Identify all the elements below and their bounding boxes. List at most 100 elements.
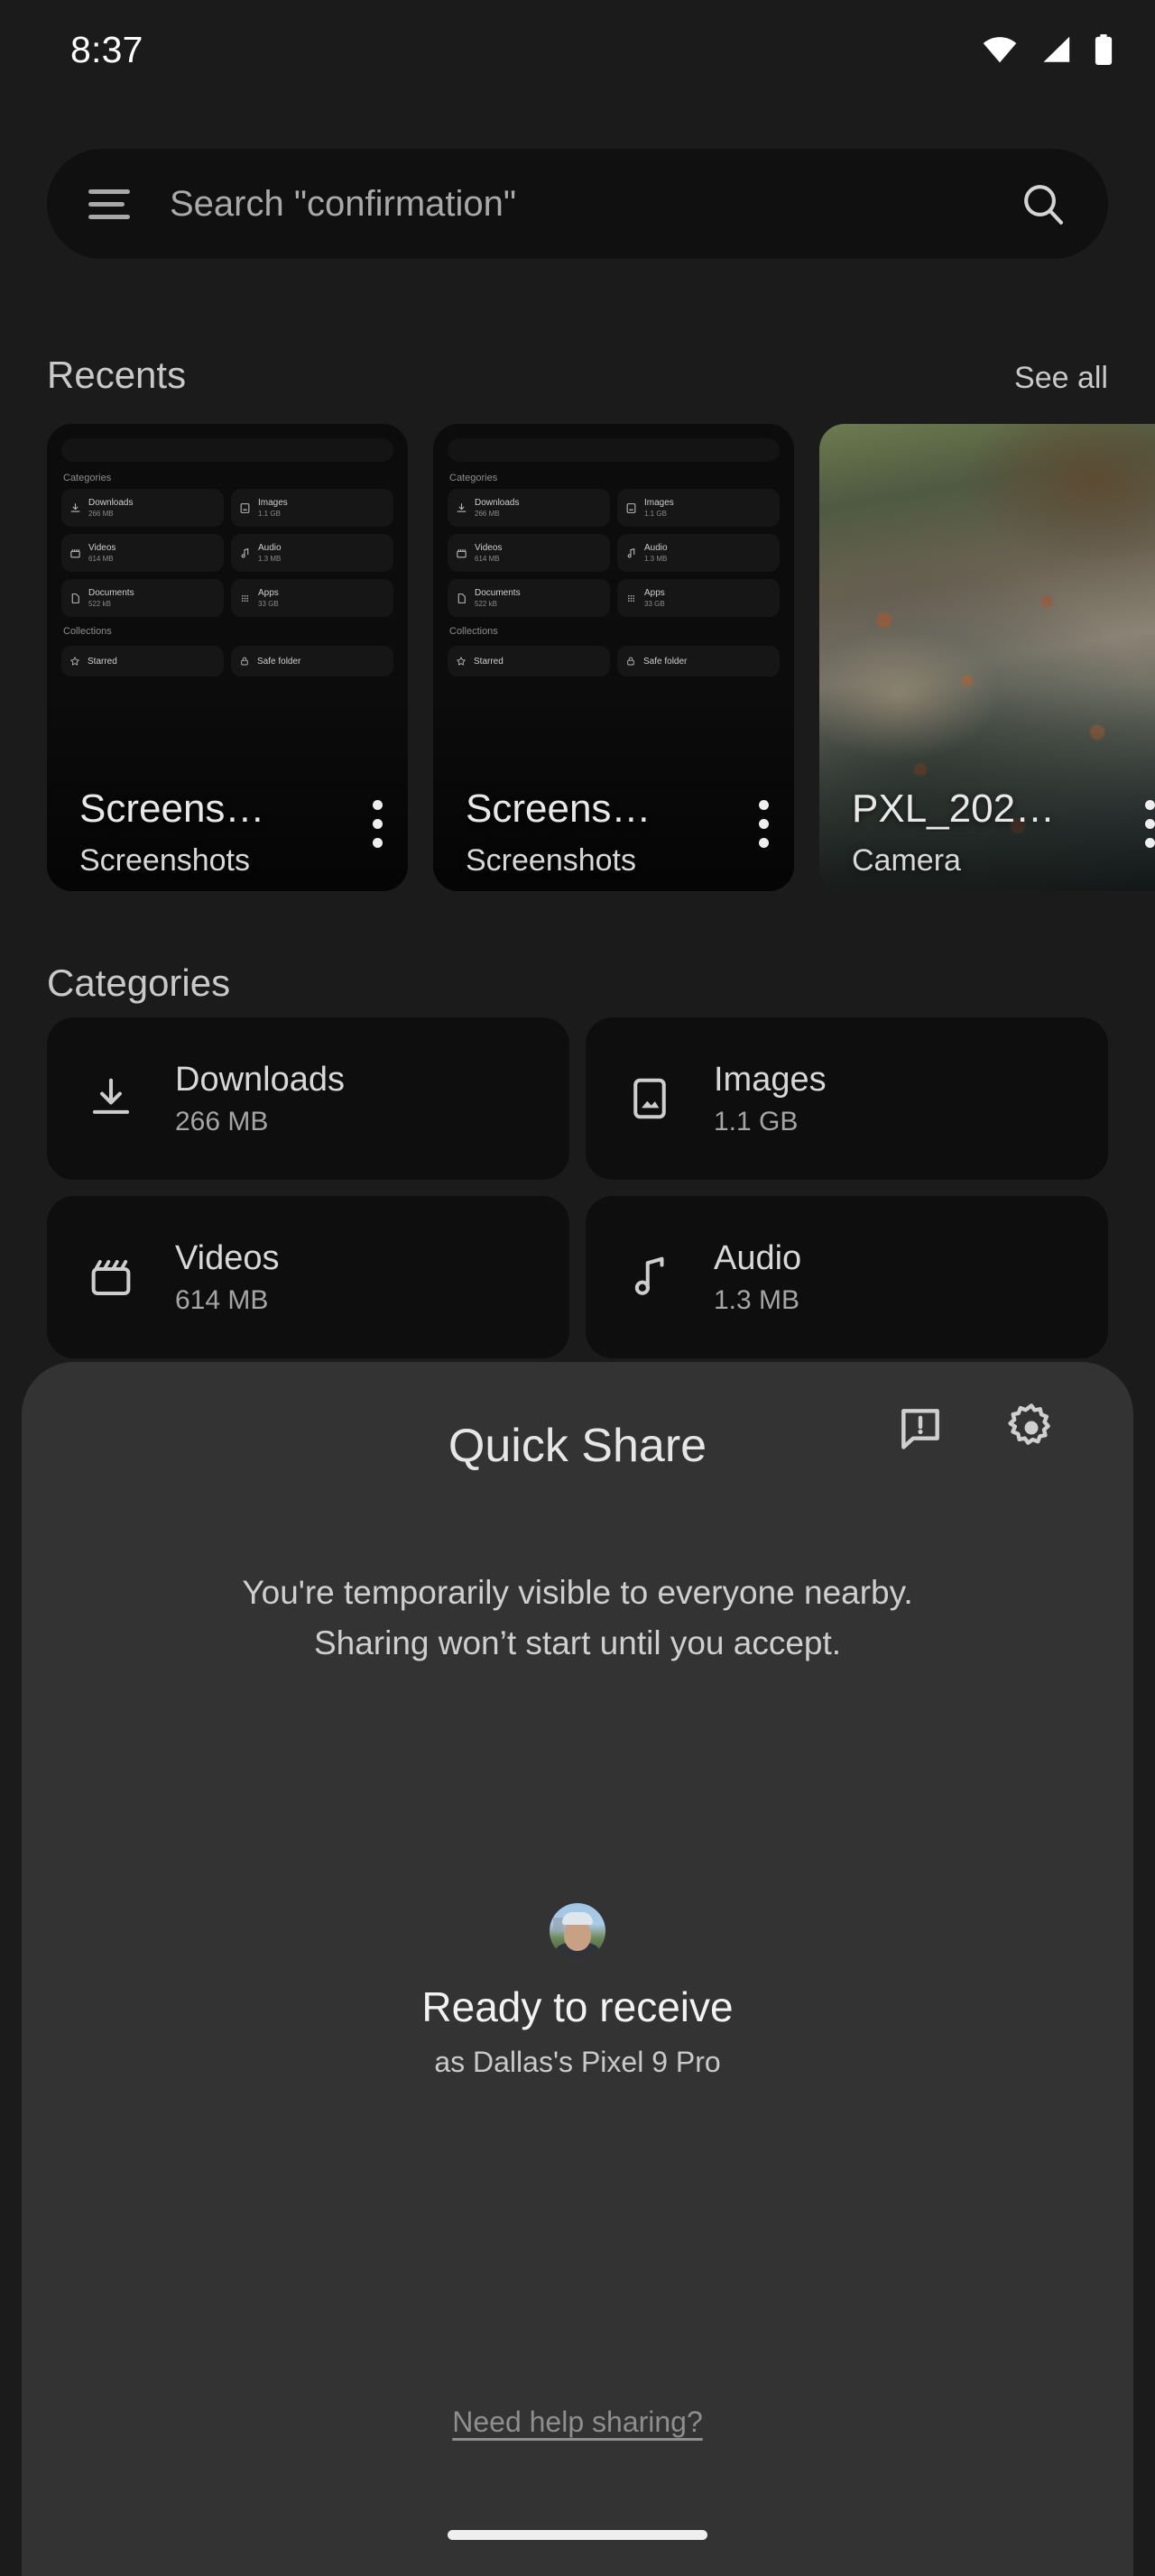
gear-icon[interactable] — [1005, 1402, 1058, 1454]
nested-tile-label: Audio — [644, 543, 668, 553]
category-size: 614 MB — [175, 1284, 269, 1315]
nested-tile-size: 33 GB — [258, 600, 279, 608]
nested-tile-size: 614 MB — [475, 555, 500, 563]
recents-card[interactable]: PXL_202… Camera — [819, 424, 1155, 891]
quick-share-device-status: Ready to receive as Dallas's Pixel 9 Pro — [22, 1903, 1133, 2079]
nested-search-bar — [448, 438, 780, 462]
quick-share-sheet: Quick Share You're temporarily visible t… — [22, 1362, 1133, 2576]
category-label: Downloads — [175, 1060, 345, 1099]
nested-tile-size: 266 MB — [88, 510, 114, 518]
video-icon — [70, 548, 80, 557]
nested-search-bar — [61, 438, 393, 462]
recents-header: Recents See all — [47, 354, 1108, 397]
image-icon — [240, 502, 250, 513]
nested-collection-label: Starred — [474, 656, 504, 667]
nested-tile: Audio 1.3 MB — [617, 534, 780, 572]
category-size: 1.3 MB — [714, 1284, 800, 1315]
nested-collection-label: Safe folder — [643, 656, 688, 667]
device-name-label: as Dallas's Pixel 9 Pro — [434, 2046, 721, 2078]
status-bar-clock: 8:37 — [70, 28, 143, 70]
recents-card-subtitle: Screenshots — [466, 843, 636, 878]
quick-share-title: Quick Share — [448, 1420, 707, 1472]
nested-collections-label: Collections — [449, 626, 498, 637]
recents-card-name: Screens… — [79, 787, 265, 831]
recents-list[interactable]: Categories Downloads 266 MB Images 1.1 GB … — [47, 424, 1155, 893]
home-indicator[interactable] — [448, 2530, 707, 2540]
lock-icon — [241, 657, 248, 666]
nested-tile-size: 522 kB — [88, 600, 111, 608]
nested-tile-size: 1.3 MB — [644, 555, 668, 563]
image-icon — [626, 502, 636, 513]
recents-card[interactable]: Categories Downloads 266 MB Images 1.1 GB … — [433, 424, 794, 891]
nested-tile-label: Videos — [88, 543, 116, 553]
nested-collection-tile: Safe folder — [231, 646, 393, 676]
categories-grid[interactable]: Downloads 266 MB Images 1.1 GB Videos 61… — [47, 1017, 1108, 1358]
recents-card[interactable]: Categories Downloads 266 MB Images 1.1 GB … — [47, 424, 408, 891]
recents-title: Recents — [47, 354, 187, 396]
star-icon — [70, 657, 79, 666]
nested-categories-grid: Downloads 266 MB Images 1.1 GB Videos 614 M… — [61, 489, 393, 617]
nested-tile: Documents 522 kB — [448, 579, 610, 617]
nested-tile: Videos 614 MB — [61, 534, 224, 572]
description-line-2: Sharing won’t start until you accept. — [313, 1624, 842, 1661]
category-label: Videos — [175, 1238, 280, 1277]
more-options-icon[interactable] — [1145, 800, 1155, 848]
need-help-sharing-link[interactable]: Need help sharing? — [22, 2406, 1133, 2439]
nested-tile-size: 1.3 MB — [258, 555, 282, 563]
battery-icon — [1095, 34, 1113, 65]
nested-tile-label: Documents — [88, 588, 134, 598]
search-icon[interactable] — [1020, 180, 1067, 227]
nested-tile: Downloads 266 MB — [448, 489, 610, 527]
nested-collections-label: Collections — [63, 626, 112, 637]
nested-tile-size: 266 MB — [475, 510, 500, 518]
nested-tile-label: Documents — [475, 588, 521, 598]
nested-tile: Audio 1.3 MB — [231, 534, 393, 572]
ready-to-receive-status: Ready to receive — [421, 1983, 734, 2030]
categories-header: Categories — [47, 961, 1108, 1005]
quick-share-description: You're temporarily visible to everyone n… — [94, 1568, 1061, 1668]
more-options-icon[interactable] — [373, 800, 383, 848]
recents-see-all-link[interactable]: See all — [1014, 361, 1108, 396]
feedback-icon[interactable] — [895, 1403, 946, 1453]
image-icon — [622, 1074, 678, 1123]
category-label: Images — [714, 1060, 827, 1099]
star-icon — [457, 657, 466, 666]
nested-tile-label: Downloads — [475, 498, 520, 508]
nested-tile-label: Images — [258, 498, 288, 508]
nested-tile-label: Downloads — [88, 498, 134, 508]
nested-tile-label: Videos — [475, 543, 503, 553]
search-input[interactable]: Search "confirmation" — [170, 184, 1020, 225]
category-tile-audio[interactable]: Audio 1.3 MB — [586, 1196, 1108, 1358]
nested-collection-tile: Safe folder — [617, 646, 780, 676]
audio-icon — [241, 547, 249, 557]
category-tile-videos[interactable]: Videos 614 MB — [47, 1196, 569, 1358]
category-tile-images[interactable]: Images 1.1 GB — [586, 1017, 1108, 1180]
nested-tile: Images 1.1 GB — [617, 489, 780, 527]
android-screen: 8:37 Search "confirmation" Recents See a… — [0, 0, 1155, 2576]
category-label: Audio — [714, 1238, 802, 1277]
nested-tile-size: 1.1 GB — [258, 510, 281, 518]
categories-title: Categories — [47, 961, 231, 1004]
nested-tile-size: 614 MB — [88, 555, 114, 563]
quick-share-header-actions[interactable] — [895, 1402, 1058, 1454]
recents-card-subtitle: Camera — [852, 843, 961, 878]
nested-tile: Images 1.1 GB — [231, 489, 393, 527]
status-bar: 8:37 — [0, 0, 1155, 99]
description-line-1: You're temporarily visible to everyone n… — [242, 1574, 913, 1611]
nested-collection-label: Starred — [88, 656, 117, 667]
avatar-cap — [562, 1911, 593, 1925]
status-bar-icons — [982, 34, 1113, 65]
need-help-sharing-label[interactable]: Need help sharing? — [452, 2406, 703, 2438]
nested-tile-size: 33 GB — [644, 600, 665, 608]
lock-icon — [627, 657, 634, 666]
search-bar[interactable]: Search "confirmation" — [47, 149, 1108, 259]
hamburger-menu-icon[interactable] — [88, 189, 130, 219]
download-icon — [70, 502, 80, 512]
nested-tile: Downloads 266 MB — [61, 489, 224, 527]
nested-tile: Documents 522 kB — [61, 579, 224, 617]
nested-tile-label: Apps — [258, 588, 279, 598]
category-tile-downloads[interactable]: Downloads 266 MB — [47, 1017, 569, 1180]
apps-grid-icon — [241, 594, 249, 602]
more-options-icon[interactable] — [759, 800, 769, 848]
nested-tile-label: Apps — [644, 588, 665, 598]
